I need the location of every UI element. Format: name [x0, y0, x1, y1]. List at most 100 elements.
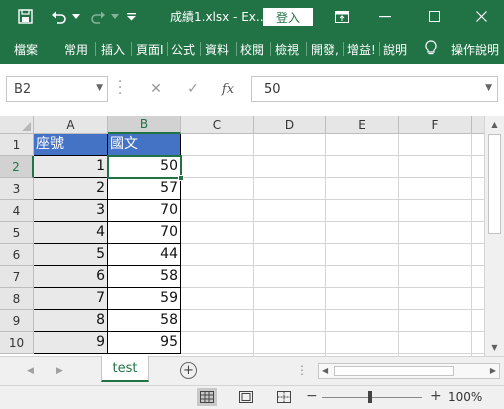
next-sheet-icon[interactable]: ▶: [56, 366, 63, 376]
scroll-down-icon[interactable]: ▼: [488, 341, 501, 354]
cell-b9[interactable]: 58: [108, 310, 181, 332]
scroll-left-icon[interactable]: ◀: [322, 366, 328, 375]
redo-dropdown-icon[interactable]: [109, 0, 121, 33]
tab-developer[interactable]: 開發,: [311, 41, 339, 58]
vertical-scroll-thumb[interactable]: [488, 134, 501, 234]
cell-b7[interactable]: 58: [108, 266, 181, 288]
tab-help[interactable]: 說明: [383, 41, 407, 58]
column-header-e[interactable]: E: [326, 116, 399, 134]
formula-input[interactable]: 50 ▼: [251, 76, 498, 102]
tab-insert[interactable]: 插入: [101, 41, 125, 58]
previous-sheet-icon[interactable]: ◀: [27, 366, 34, 376]
tab-page-layout[interactable]: 頁面I: [136, 41, 164, 58]
row-header-8[interactable]: 8: [0, 288, 34, 310]
cell-a2[interactable]: 1: [34, 156, 108, 178]
row-header-5[interactable]: 5: [0, 222, 34, 244]
row-header-7[interactable]: 7: [0, 266, 34, 288]
cell-a7[interactable]: 6: [34, 266, 108, 288]
tab-view[interactable]: 檢視: [275, 41, 299, 58]
row-header-3[interactable]: 3: [0, 178, 34, 200]
cell-a6[interactable]: 5: [34, 244, 108, 266]
tab-formulas[interactable]: 公式: [171, 41, 195, 58]
column-header-a[interactable]: A: [34, 116, 108, 134]
tell-me-search[interactable]: 操作說明: [451, 41, 499, 58]
undo-dropdown-icon[interactable]: [70, 0, 82, 33]
scroll-up-icon[interactable]: ▲: [488, 118, 501, 131]
ribbon-display-options-icon[interactable]: [331, 0, 353, 33]
horizontal-scrollbar[interactable]: ◀ ▶: [318, 363, 500, 379]
sign-in-button[interactable]: 登入: [263, 8, 313, 26]
undo-icon[interactable]: [48, 0, 70, 33]
page-break-preview-icon[interactable]: [274, 388, 294, 406]
tab-data[interactable]: 資料: [205, 41, 229, 58]
cell-b8[interactable]: 59: [108, 288, 181, 310]
tab-review[interactable]: 校閱: [240, 41, 264, 58]
horizontal-scroll-thumb[interactable]: [334, 366, 454, 376]
cell-b2[interactable]: 50: [108, 156, 181, 178]
cell-a5[interactable]: 4: [34, 222, 108, 244]
row-header-4[interactable]: 4: [0, 200, 34, 222]
row-header-1[interactable]: 1: [0, 134, 34, 156]
normal-view-icon[interactable]: [197, 388, 217, 406]
lightbulb-icon[interactable]: [425, 40, 437, 59]
enter-check-icon[interactable]: ✓: [180, 76, 206, 102]
minimize-icon[interactable]: [374, 0, 396, 33]
cell-b1[interactable]: 國文: [108, 134, 181, 156]
chevron-down-icon[interactable]: ▼: [96, 83, 103, 93]
worksheet-grid[interactable]: A B C D E F 1 2 3 4 5 6 7 8 9 10 座號 國文 1…: [0, 116, 484, 356]
row-header-10[interactable]: 10: [0, 332, 34, 354]
zoom-slider[interactable]: [322, 397, 422, 398]
cell-b4[interactable]: 70: [108, 200, 181, 222]
empty-column-c[interactable]: [181, 134, 254, 356]
cell-b6[interactable]: 44: [108, 244, 181, 266]
cell-b10[interactable]: 95: [108, 332, 181, 354]
customize-toolbar-icon[interactable]: [124, 0, 138, 33]
column-header-c[interactable]: C: [181, 116, 254, 134]
grid-row-line: [181, 199, 484, 200]
zoom-slider-thumb[interactable]: [368, 391, 372, 403]
ribbon-divider: [379, 42, 380, 56]
cell-a4[interactable]: 3: [34, 200, 108, 222]
empty-column-d[interactable]: [254, 134, 326, 356]
column-header-d[interactable]: D: [254, 116, 326, 134]
row-header-2[interactable]: 2: [0, 156, 34, 178]
save-icon[interactable]: [14, 0, 36, 33]
window-title: 成績1.xlsx - Ex...: [170, 10, 268, 24]
column-header-f[interactable]: F: [399, 116, 472, 134]
tab-splitter-icon[interactable]: ⋮: [296, 363, 308, 377]
name-box[interactable]: B2 ▼: [6, 76, 108, 102]
close-icon[interactable]: [470, 0, 492, 33]
sheet-tab-test[interactable]: test: [101, 356, 149, 382]
empty-column-f[interactable]: [399, 134, 472, 356]
maximize-icon[interactable]: [423, 0, 445, 33]
vertical-scrollbar[interactable]: ▲ ▼: [484, 116, 504, 356]
page-layout-view-icon[interactable]: [236, 388, 256, 406]
splitter-handle-icon[interactable]: · · ·: [118, 76, 122, 101]
cell-a3[interactable]: 2: [34, 178, 108, 200]
cell-a9[interactable]: 8: [34, 310, 108, 332]
formula-bar-area: B2 ▼ · · · ✕ ✓ fx 50 ▼: [0, 64, 504, 116]
expand-formula-bar-icon[interactable]: ▼: [485, 83, 492, 93]
column-header-b[interactable]: B: [108, 116, 181, 134]
add-sheet-icon[interactable]: +: [180, 362, 197, 379]
select-all-button[interactable]: [0, 116, 34, 134]
tab-file[interactable]: 檔案: [14, 41, 38, 58]
zoom-level[interactable]: 100%: [448, 390, 482, 404]
scroll-right-icon[interactable]: ▶: [490, 366, 496, 375]
cell-b3[interactable]: 57: [108, 178, 181, 200]
cell-b5[interactable]: 70: [108, 222, 181, 244]
tab-add-ins[interactable]: 增益!: [347, 41, 376, 58]
cell-a1[interactable]: 座號: [34, 134, 108, 156]
insert-function-icon[interactable]: fx: [215, 76, 241, 102]
cancel-icon[interactable]: ✕: [143, 76, 169, 102]
zoom-in-icon[interactable]: +: [430, 388, 442, 404]
empty-column-e[interactable]: [326, 134, 399, 356]
cell-a8[interactable]: 7: [34, 288, 108, 310]
row-header-9[interactable]: 9: [0, 310, 34, 332]
fill-handle[interactable]: [178, 175, 184, 181]
zoom-out-icon[interactable]: −: [306, 388, 318, 404]
cell-a10[interactable]: 9: [34, 332, 108, 354]
row-header-6[interactable]: 6: [0, 244, 34, 266]
redo-icon[interactable]: [87, 0, 109, 33]
tab-home[interactable]: 常用: [64, 41, 88, 58]
